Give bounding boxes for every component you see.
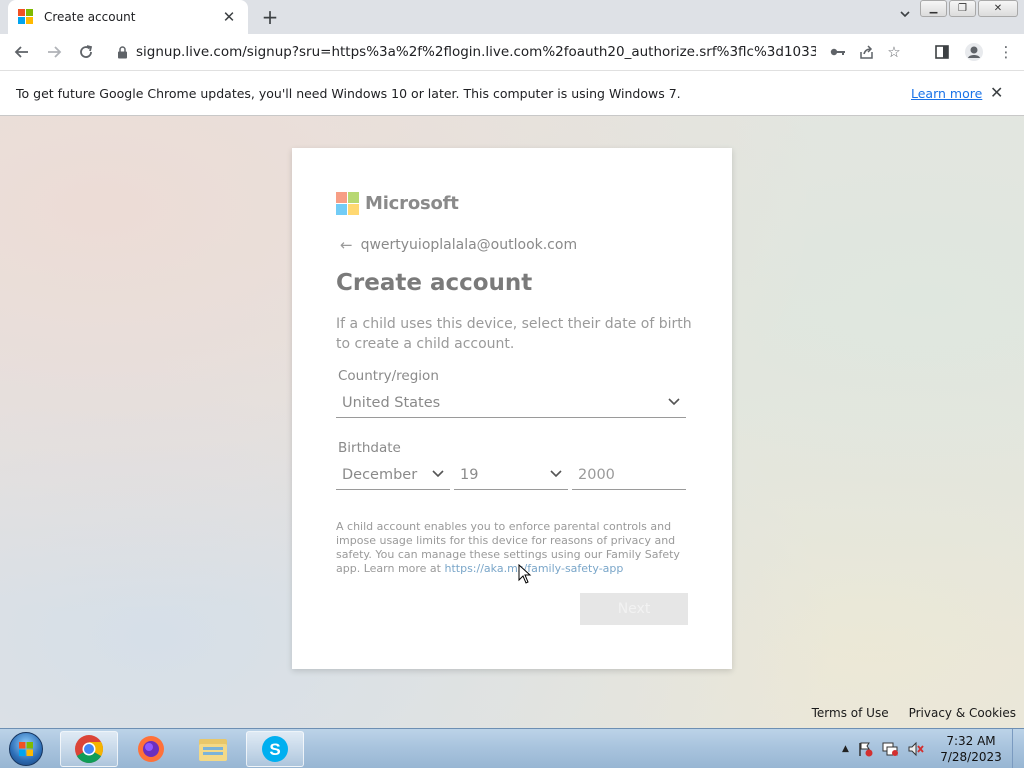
start-button[interactable]	[4, 731, 48, 767]
lock-icon[interactable]	[108, 45, 136, 59]
privacy-link[interactable]: Privacy & Cookies	[909, 706, 1016, 720]
system-tray: ▲	[842, 729, 925, 768]
terms-link[interactable]: Terms of Use	[812, 706, 889, 720]
family-safety-link[interactable]: https://aka.ms/family-safety-app	[444, 562, 623, 575]
folder-icon	[199, 739, 227, 761]
infobar-close-icon[interactable]: ✕	[990, 83, 1003, 102]
tab-close-icon[interactable]: ✕	[220, 8, 238, 26]
chevron-down-icon	[668, 396, 680, 409]
account-email: qwertyuioplalala@outlook.com	[360, 237, 578, 253]
address-bar[interactable]: signup.live.com/signup?sru=https%3a%2f%2…	[108, 36, 916, 68]
toolbar-right: ⋮	[928, 36, 1020, 68]
birth-month-select[interactable]: December	[336, 460, 450, 490]
birth-year-input[interactable]: 2000	[572, 460, 686, 490]
side-panel-icon[interactable]	[928, 36, 956, 68]
action-center-flag-icon[interactable]	[857, 741, 873, 757]
tab-search-icon[interactable]	[896, 8, 914, 26]
day-value: 19	[460, 466, 479, 483]
taskbar-chrome[interactable]	[60, 731, 118, 767]
microsoft-logo-icon	[336, 192, 359, 215]
chevron-down-icon	[432, 468, 444, 481]
microsoft-brand: Microsoft	[336, 192, 459, 215]
new-tab-button[interactable]: +	[258, 5, 282, 29]
volume-muted-icon[interactable]	[907, 741, 925, 757]
back-button[interactable]	[6, 36, 38, 68]
share-icon[interactable]	[852, 36, 880, 68]
network-icon[interactable]	[881, 741, 899, 757]
page-content: Microsoft ← qwertyuioplalala@outlook.com…	[0, 116, 1024, 728]
skype-icon: S	[262, 736, 288, 762]
minimize-button[interactable]: ▁	[920, 0, 947, 17]
profile-avatar-icon[interactable]	[960, 36, 988, 68]
bookmark-star-icon[interactable]: ☆	[880, 36, 908, 68]
country-label: Country/region	[338, 368, 439, 384]
taskbar-skype[interactable]: S	[246, 731, 304, 767]
next-button[interactable]: Next	[580, 593, 688, 625]
url-text: signup.live.com/signup?sru=https%3a%2f%2…	[136, 44, 816, 60]
reload-button[interactable]	[70, 36, 102, 68]
forward-button[interactable]	[38, 36, 70, 68]
tab-strip: Create account ✕ + ▁ ❐ ✕	[0, 0, 1024, 34]
svg-text:S: S	[269, 740, 280, 759]
country-value: United States	[342, 394, 441, 411]
show-hidden-icons-icon[interactable]: ▲	[842, 744, 849, 754]
key-icon[interactable]	[824, 36, 852, 68]
show-desktop-button[interactable]	[1012, 729, 1024, 768]
mouse-cursor-icon	[518, 563, 532, 588]
browser-toolbar: signup.live.com/signup?sru=https%3a%2f%2…	[0, 34, 1024, 70]
birth-day-select[interactable]: 19	[454, 460, 568, 490]
menu-icon[interactable]: ⋮	[992, 36, 1020, 68]
page-description: If a child uses this device, select thei…	[336, 316, 692, 352]
birthdate-label: Birthdate	[338, 440, 401, 456]
infobar-message: To get future Google Chrome updates, you…	[16, 85, 681, 101]
signup-card: Microsoft ← qwertyuioplalala@outlook.com…	[292, 148, 732, 669]
window-controls: ▁ ❐ ✕	[920, 0, 1018, 17]
restore-button[interactable]: ❐	[949, 0, 976, 17]
close-window-button[interactable]: ✕	[978, 0, 1018, 17]
chevron-down-icon	[550, 468, 562, 481]
clock-date: 7/28/2023	[940, 750, 1002, 764]
back-arrow-icon[interactable]: ←	[340, 236, 353, 254]
brand-name: Microsoft	[365, 193, 459, 214]
microsoft-favicon-icon	[18, 9, 34, 25]
system-clock[interactable]: 7:32 AM 7/28/2023	[928, 733, 1014, 765]
child-account-notice: A child account enables you to enforce p…	[336, 520, 692, 576]
browser-tab[interactable]: Create account ✕	[8, 0, 248, 34]
update-infobar: To get future Google Chrome updates, you…	[0, 70, 1024, 116]
year-value: 2000	[578, 466, 615, 483]
taskbar-firefox[interactable]	[122, 731, 180, 767]
chrome-icon	[75, 735, 103, 763]
clock-time: 7:32 AM	[946, 734, 996, 748]
learn-more-link[interactable]: Learn more	[911, 86, 982, 101]
country-select[interactable]: United States	[336, 388, 686, 418]
firefox-icon	[138, 736, 164, 762]
taskbar-explorer[interactable]	[184, 731, 242, 767]
tab-title: Create account	[44, 10, 136, 24]
identity-row: ← qwertyuioplalala@outlook.com	[340, 236, 577, 254]
page-footer: Terms of Use Privacy & Cookies	[812, 706, 1016, 720]
windows-logo-icon	[9, 732, 43, 766]
page-title: Create account	[336, 270, 533, 296]
windows-taskbar: S ▲ 7:32 AM 7/28/2023	[0, 728, 1024, 768]
month-value: December	[342, 466, 418, 483]
